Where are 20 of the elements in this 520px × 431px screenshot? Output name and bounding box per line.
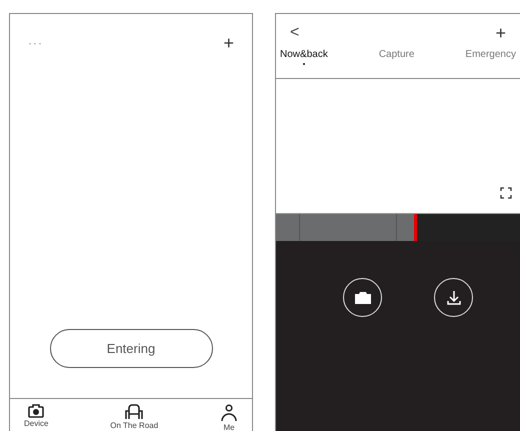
person-icon <box>220 404 238 422</box>
seat-icon <box>125 404 144 420</box>
timeline-bar[interactable] <box>276 213 520 241</box>
camera-icon <box>354 290 372 304</box>
add-button[interactable]: + <box>224 34 234 52</box>
download-icon <box>444 288 462 306</box>
playhead[interactable] <box>414 214 418 241</box>
camera-icon <box>28 404 44 418</box>
tab-bar-item[interactable]: On The Road <box>110 404 158 430</box>
download-button[interactable] <box>434 278 473 317</box>
tab[interactable]: Now&back <box>280 42 328 78</box>
add-button[interactable]: + <box>495 24 506 42</box>
fullscreen-icon[interactable] <box>500 187 512 199</box>
tab[interactable]: Capture <box>378 42 414 78</box>
back-button[interactable]: < <box>290 25 300 41</box>
tab-bar-item[interactable]: Device <box>24 404 48 428</box>
entering-button[interactable]: Entering <box>50 329 212 368</box>
tab[interactable]: Emergency <box>465 42 516 78</box>
tab-bar-item[interactable]: Me <box>220 404 238 431</box>
snapshot-button[interactable] <box>343 278 382 317</box>
